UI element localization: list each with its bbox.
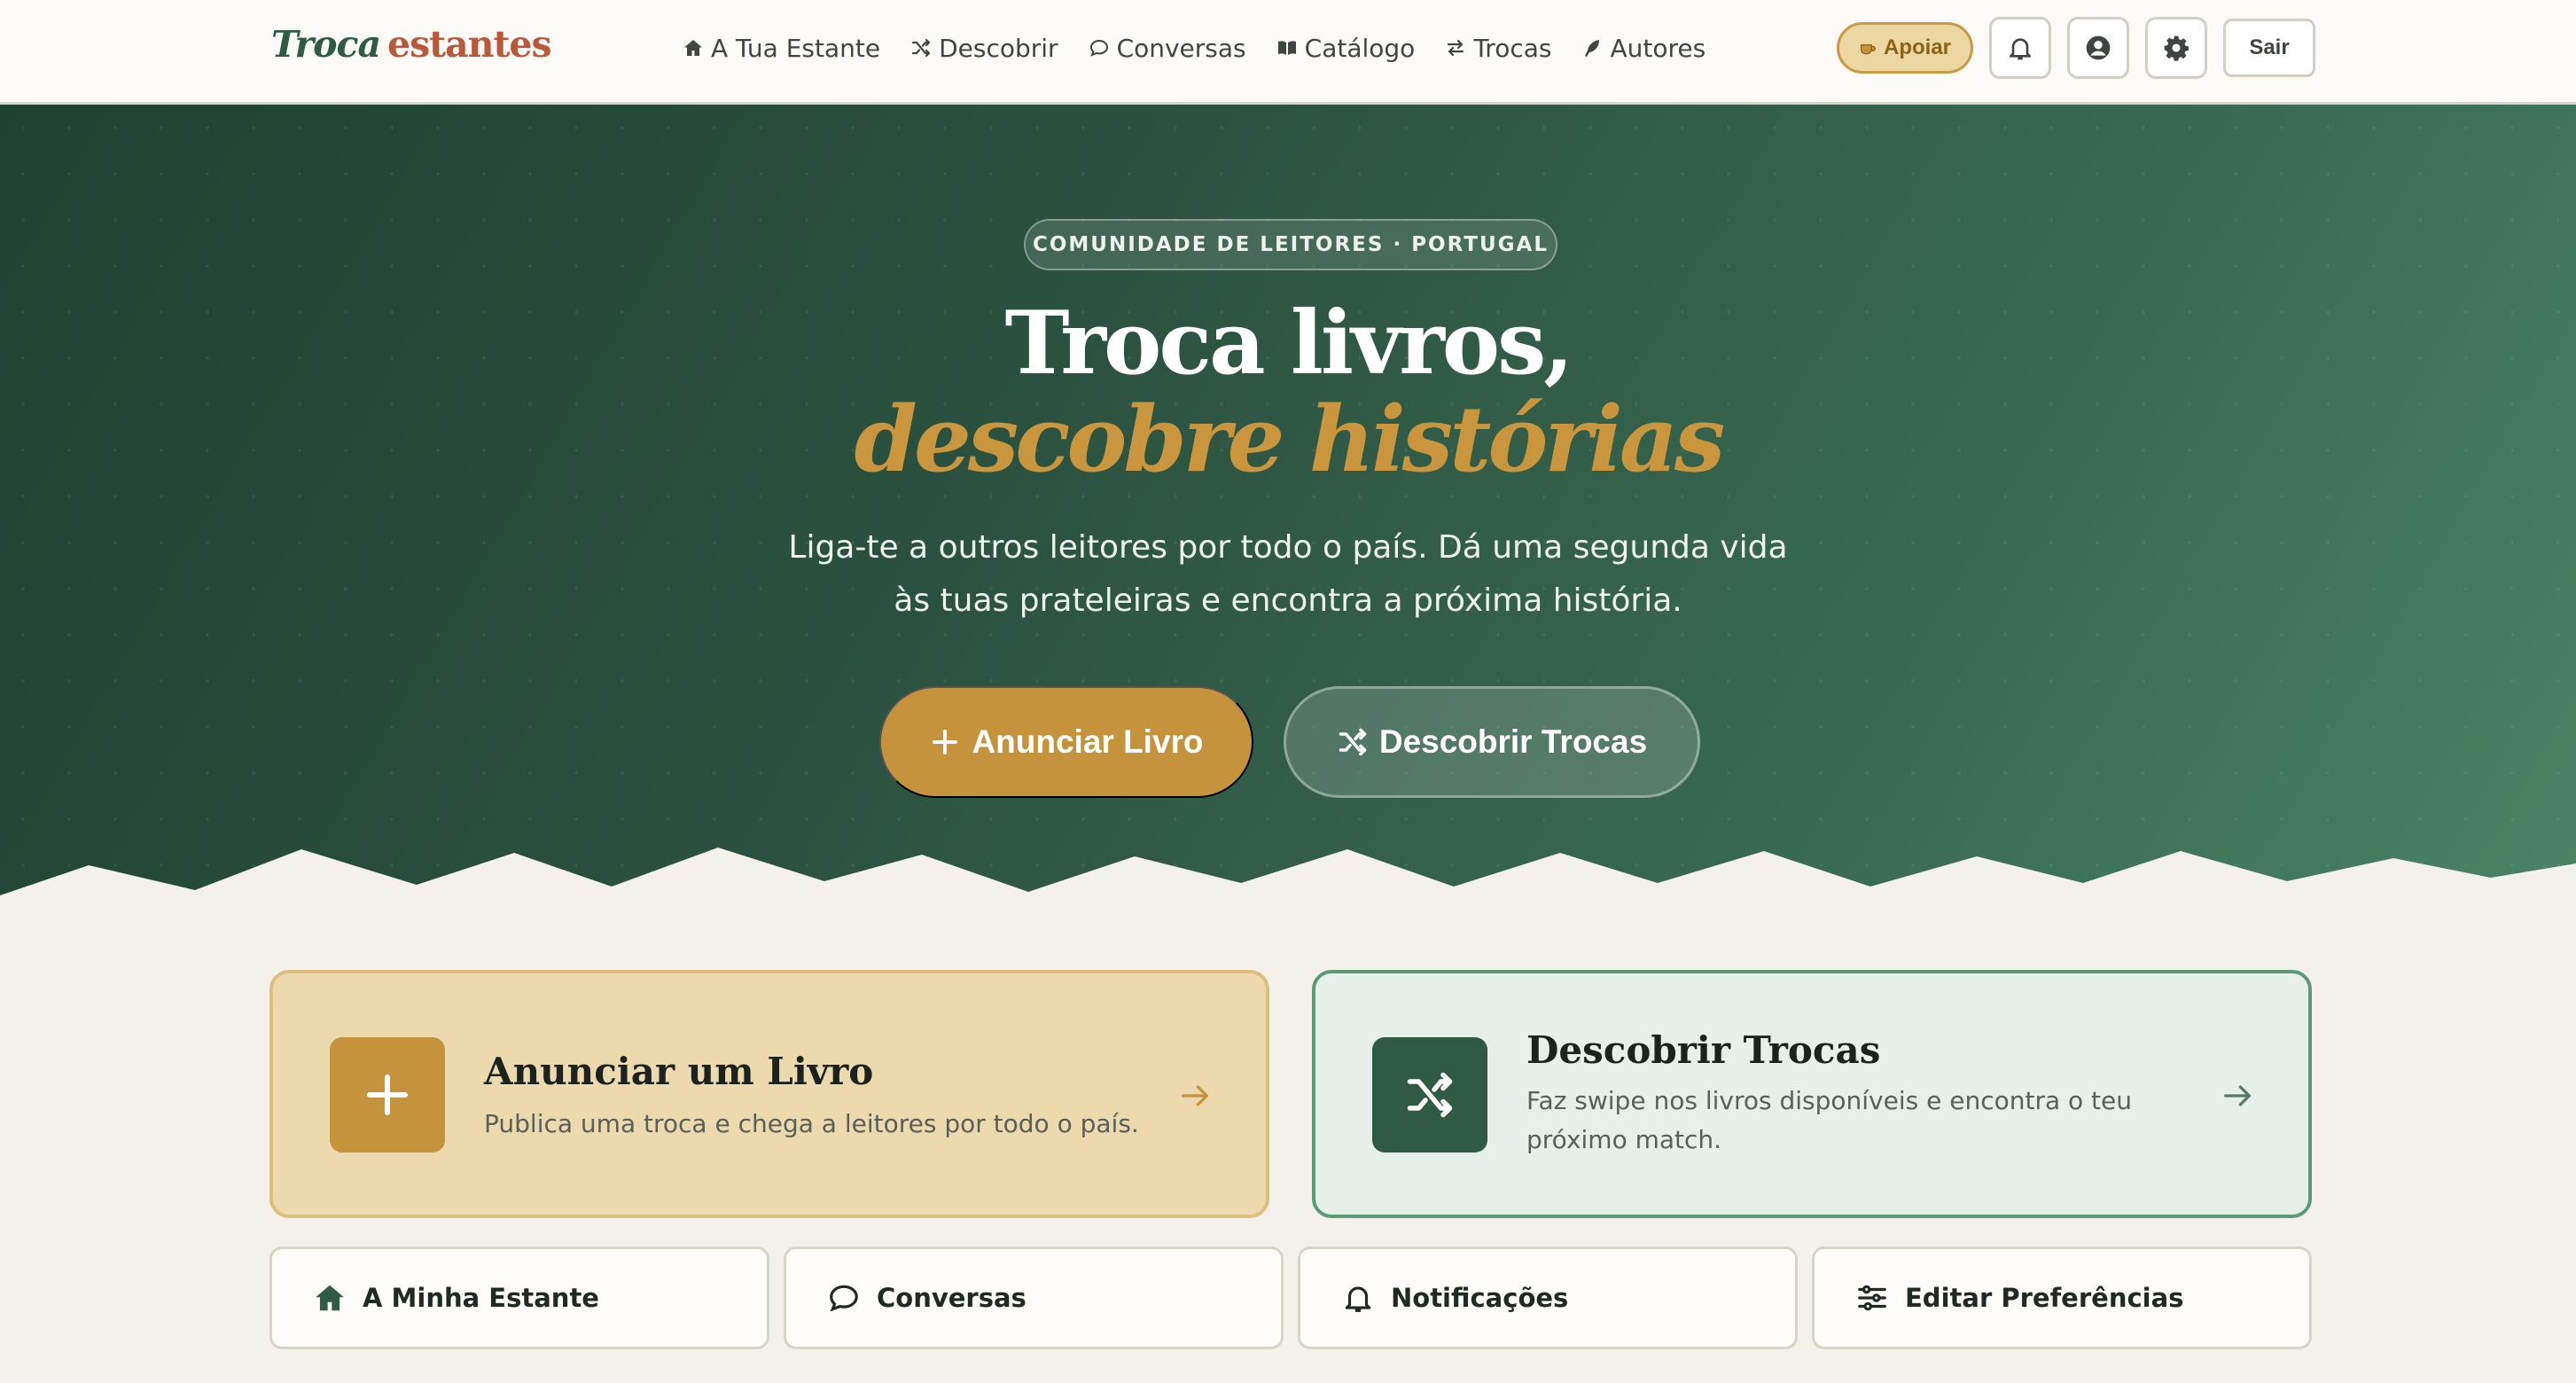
nav-link-label: Descobrir [939,33,1058,63]
swap-arrows-icon [1448,39,1464,57]
hero-subtitle: Liga-te a outros leitores por todo o paí… [0,521,2576,628]
arrow-right-icon [1182,1085,1208,1106]
hero-title-line-1: Troca livros, [1004,293,1574,395]
quick-link-notifications[interactable]: Notificações [1298,1246,1798,1349]
card-description: Faz swipe nos livros disponíveis e encon… [1526,1086,2133,1154]
support-label: Apoiar [1884,35,1952,59]
quick-link-label: Editar Preferências [1905,1283,2184,1313]
nav-link-label: Autores [1610,33,1706,63]
quick-link-label: A Minha Estante [363,1283,599,1313]
home-icon [316,1285,344,1311]
card-icon-box [330,1037,445,1152]
nav-link-tua-estante[interactable]: A Tua Estante [683,34,880,63]
nav-link-label: Trocas [1473,33,1552,63]
main-nav: A Tua Estante Descobrir Conversas Catálo… [683,28,1706,67]
hero-wave-divider [0,848,2576,913]
discover-trades-card[interactable]: Descobrir Trocas Faz swipe nos livros di… [1312,970,2312,1218]
nav-link-label: A Tua Estante [711,33,881,63]
logo-part-2: estantes [387,23,552,66]
quick-link-label: Notificações [1391,1283,1569,1313]
bell-icon [2010,38,2032,60]
plus-icon [933,730,958,754]
support-button[interactable]: Apoiar [1837,22,1974,74]
announce-book-button[interactable]: Anunciar Livro [879,686,1253,798]
nav-link-conversas[interactable]: Conversas [1089,34,1246,63]
announce-book-label: Anunciar Livro [972,723,1204,760]
book-open-icon [1277,41,1296,55]
coffee-cup-icon [1860,44,1876,55]
settings-button[interactable] [2145,17,2208,79]
hero-section: COMUNIDADE DE LEITORES · PORTUGAL Troca … [0,105,2576,913]
profile-button[interactable] [2067,17,2130,79]
user-circle-icon [2086,35,2111,60]
nav-link-descobrir[interactable]: Descobrir [910,34,1058,63]
hero-badge: COMUNIDADE DE LEITORES · PORTUGAL [1024,219,1557,270]
nav-link-trocas[interactable]: Trocas [1445,34,1551,63]
chat-icon [1089,39,1108,57]
quick-link-my-shelf[interactable]: A Minha Estante [269,1246,769,1349]
notifications-button[interactable] [1989,17,2052,79]
card-title: Anunciar um Livro [484,1050,874,1093]
quick-link-edit-preferences[interactable]: Editar Preferências [1812,1246,2312,1349]
nav-link-label: Conversas [1116,33,1246,63]
bell-icon [1345,1286,1371,1312]
top-navbar: Troca estantes A Tua Estante Descobrir Co… [0,0,2576,105]
nav-link-label: Catálogo [1304,33,1416,63]
gear-icon [2164,35,2190,61]
nav-link-autores[interactable]: Autores [1581,34,1706,63]
home-icon [684,40,702,56]
shuffle-icon [911,38,931,58]
card-icon-box [1372,1037,1487,1152]
nav-actions: Apoiar Sair [1837,17,2316,79]
card-description: Publica uma troca e chega a leitores por… [484,1109,1139,1138]
hero-title-line-2: descobre histórias [854,387,1726,493]
discover-trades-label: Descobrir Trocas [1378,723,1648,760]
logo-part-1: Troca [271,23,381,66]
arrow-right-icon [2224,1085,2251,1106]
brand-logo[interactable]: Troca estantes [271,23,552,66]
plus-icon [367,1074,408,1115]
shuffle-icon [1407,1072,1453,1118]
card-title: Descobrir Trocas [1526,1028,1881,1072]
announce-book-card[interactable]: Anunciar um Livro Publica uma troca e ch… [269,970,1269,1218]
quick-link-label: Conversas [877,1283,1026,1313]
shuffle-icon [1339,728,1367,756]
quick-link-conversations[interactable]: Conversas [784,1246,1284,1349]
discover-trades-button[interactable]: Descobrir Trocas [1284,686,1700,798]
feather-pen-icon [1585,40,1600,57]
sliders-icon [1858,1285,1886,1311]
nav-link-catalogo[interactable]: Catálogo [1276,33,1416,63]
chat-icon [830,1285,858,1312]
logout-button[interactable]: Sair [2223,19,2316,77]
hero-subtitle-line-2: às tuas prateleiras e encontra a próxima… [894,582,1682,619]
hero-subtitle-line-1: Liga-te a outros leitores por todo o paí… [788,529,1788,566]
